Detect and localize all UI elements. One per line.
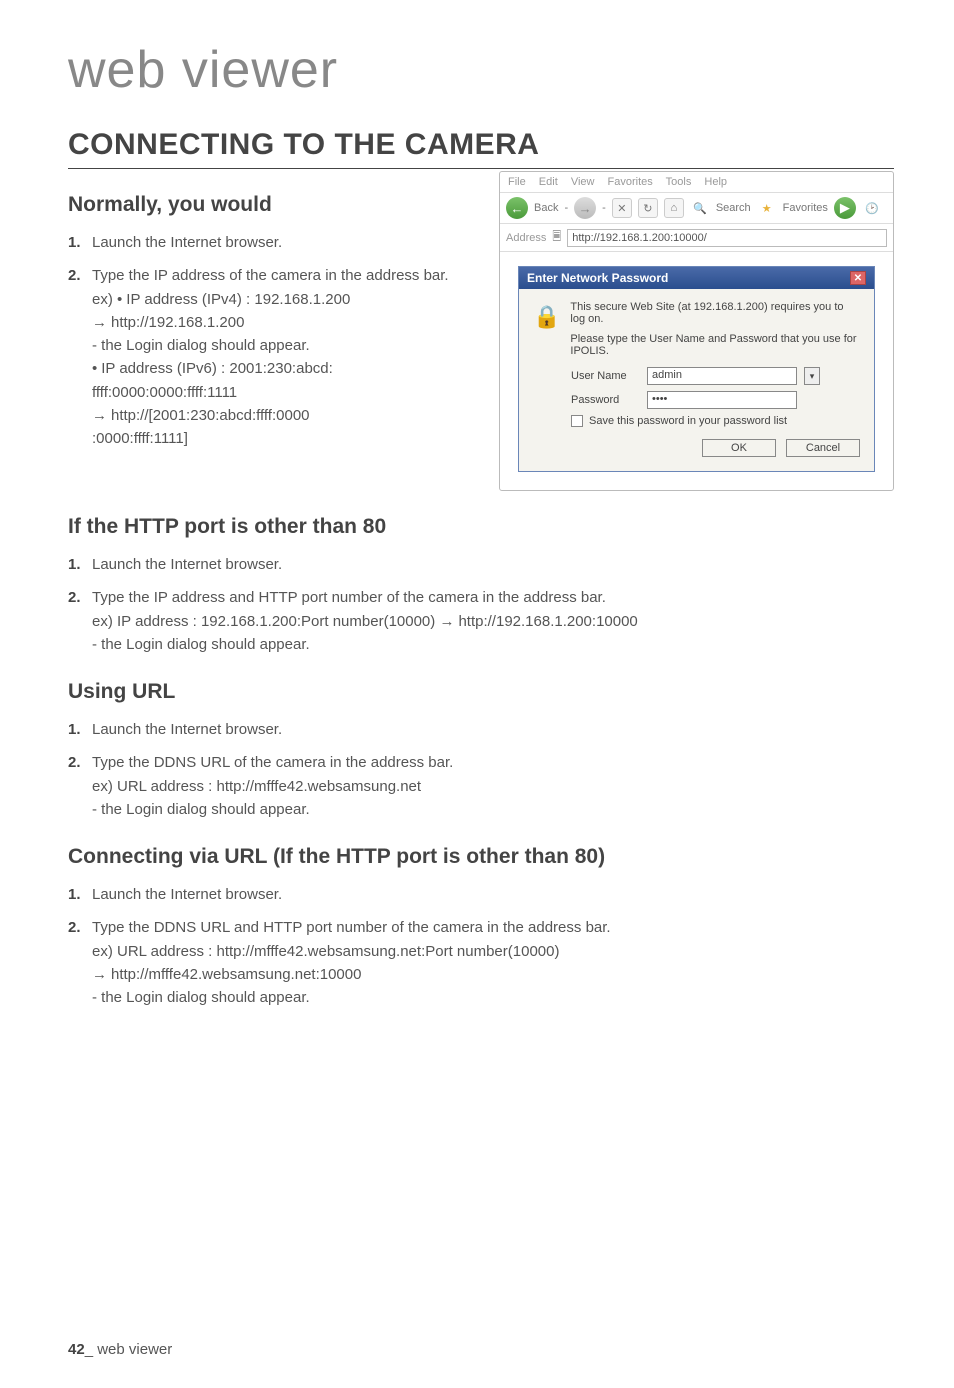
sub1-ex-l7: :0000:ffff:1111] [92,427,481,450]
search-label: Search [716,202,751,214]
back-icon[interactable]: ← [506,197,528,219]
sub4-ex: ex) URL address : http://mfffe42.websams… [92,940,894,963]
sub2-steps: Launch the Internet browser. Type the IP… [68,553,894,656]
sub2-ex-label: ex) IP address : 192.168.1.200:Port numb… [92,613,435,630]
chevron-down-icon[interactable]: ▾ [804,367,820,385]
sub1-steps: Launch the Internet browser. Type the IP… [68,231,481,450]
sub2-step2: Type the IP address and HTTP port number… [68,586,894,656]
menu-edit[interactable]: Edit [539,176,558,188]
sub1-title: Normally, you would [68,193,481,217]
history-icon[interactable]: 🕑 [862,198,882,218]
toolbar: ← Back - → - ✕ ↻ ⌂ 🔍 Search ★ Favorites … [500,193,893,224]
sub4-arrow: http://mfffe42.websamsung.net:10000 [92,963,894,986]
sub4-step2: Type the DDNS URL and HTTP port number o… [68,916,894,1009]
address-bar: Address 🗏 http://192.168.1.200:10000/ [500,224,893,252]
username-label: User Name [571,370,639,382]
arrow-icon [439,613,458,630]
sub1-step2-text: Type the IP address of the camera in the… [92,267,449,284]
page-footer: 42_ web viewer [68,1341,172,1358]
toolbar-sep: - [564,202,568,214]
sub3-step1: Launch the Internet browser. [68,718,894,741]
sub3-step2-text: Type the DDNS URL of the camera in the a… [92,754,453,771]
media-icon[interactable]: ▶ [834,197,856,219]
stop-icon[interactable]: ✕ [612,198,632,218]
favorites-label: Favorites [783,202,828,214]
section-title: CONNECTING TO THE CAMERA [68,128,894,169]
sub4-step1: Launch the Internet browser. [68,883,894,906]
password-label: Password [571,394,639,406]
address-label: Address [506,232,546,244]
bullet-icon [117,291,126,308]
menu-tools[interactable]: Tools [666,176,692,188]
browser-dialog: File Edit View Favorites Tools Help ← Ba… [499,171,894,491]
cancel-button[interactable]: Cancel [786,439,860,457]
sub4-title: Connecting via URL (If the HTTP port is … [68,845,894,869]
refresh-icon[interactable]: ↻ [638,198,658,218]
menu-help[interactable]: Help [704,176,727,188]
footer-label: web viewer [97,1341,172,1358]
address-input[interactable]: http://192.168.1.200:10000/ [567,229,887,247]
sub3-ex: ex) URL address : http://mfffe42.websams… [92,775,894,798]
sub2-ex-line: ex) IP address : 192.168.1.200:Port numb… [92,610,894,633]
sub1-ex-l3: - the Login dialog should appear. [92,334,481,357]
username-input[interactable]: admin [647,367,797,385]
sub1-ex-l4-wrap: IP address (IPv6) : 2001:230:abcd: [92,357,481,380]
favorites-icon[interactable]: ★ [757,198,777,218]
sub3-title: Using URL [68,680,894,704]
sub1-ex-l1: IP address (IPv4) : 192.168.1.200 [126,291,350,308]
ie-page-icon: 🗏 [552,228,561,247]
menu-bar: File Edit View Favorites Tools Help [500,172,893,193]
close-icon[interactable]: ✕ [850,271,866,285]
forward-icon[interactable]: → [574,197,596,219]
sub1-step1: Launch the Internet browser. [68,231,481,254]
sub2-note: - the Login dialog should appear. [92,633,894,656]
menu-file[interactable]: File [508,176,526,188]
dialog-msg2: Please type the User Name and Password t… [570,333,860,357]
toolbar-dash: - [602,202,606,214]
search-icon[interactable]: 🔍 [690,198,710,218]
save-password-label: Save this password in your password list [589,415,787,427]
password-dialog: Enter Network Password ✕ 🔒 This secure W… [518,266,875,472]
sub4-note: - the Login dialog should appear. [92,986,894,1009]
dialog-title: Enter Network Password [527,271,668,285]
home-icon[interactable]: ⌂ [664,198,684,218]
sub1-ex-row1: ex) IP address (IPv4) : 192.168.1.200 [92,288,481,311]
page-number: 42 [68,1341,85,1358]
sub3-note: - the Login dialog should appear. [92,798,894,821]
menu-favorites[interactable]: Favorites [608,176,653,188]
bullet-icon [92,360,101,377]
sub3-step2: Type the DDNS URL of the camera in the a… [68,751,894,821]
sub4-steps: Launch the Internet browser. Type the DD… [68,883,894,1009]
password-input[interactable]: •••• [647,391,797,409]
dialog-body: 🔒 This secure Web Site (at 192.168.1.200… [519,289,874,471]
sub2-step1: Launch the Internet browser. [68,553,894,576]
sub3-steps: Launch the Internet browser. Type the DD… [68,718,894,821]
sub2-title: If the HTTP port is other than 80 [68,515,894,539]
footer-sep: _ [85,1341,93,1358]
lock-icon: 🔒 [533,301,560,333]
dialog-msg1: This secure Web Site (at 192.168.1.200) … [570,301,860,325]
sub1-ex-l2: http://192.168.1.200 [92,311,481,334]
menu-view[interactable]: View [571,176,595,188]
sub1-step2: Type the IP address of the camera in the… [68,264,481,450]
sub1-ex-l5: ffff:0000:0000:ffff:1111 [92,381,481,404]
ex-label: ex) [92,291,113,308]
sub2-ex-arrow: http://192.168.1.200:10000 [458,613,637,630]
dialog-titlebar: Enter Network Password ✕ [519,267,874,289]
sub1-ex-l6: http://[2001:230:abcd:ffff:0000 [92,404,481,427]
sub1-ex-l4: IP address (IPv6) : 2001:230:abcd: [101,360,333,377]
ok-button[interactable]: OK [702,439,776,457]
page-title: web viewer [68,40,894,100]
sub2-step2-text: Type the IP address and HTTP port number… [92,589,606,606]
sub4-step2-text: Type the DDNS URL and HTTP port number o… [92,919,611,936]
back-label: Back [534,202,558,214]
save-password-checkbox[interactable] [571,415,583,427]
